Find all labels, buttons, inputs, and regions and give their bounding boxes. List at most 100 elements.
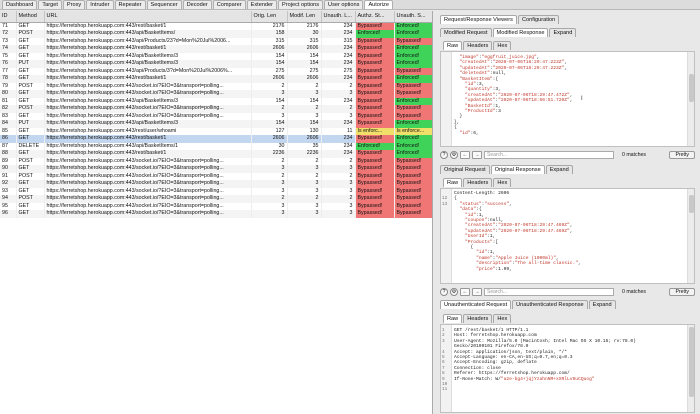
table-row[interactable]: 91 POST https://ferretshop.herokuapp.com:4… [0,172,432,180]
scroll-thumb[interactable] [689,327,694,397]
table-row[interactable]: 94 POST https://ferretshop.herokuapp.com:4… [0,195,432,203]
top-tab-comparer[interactable]: Comparer [212,0,246,9]
modified-response-editor[interactable]: "image":"eggfruit_juice.jpg", "createdAt… [440,51,695,147]
cell-id: 79 [0,82,17,90]
table-row[interactable]: 88 GET https://ferretshop.herokuapp.com:44… [0,150,432,158]
table-row[interactable]: 74 GET https://ferretshop.herokuapp.com:44… [0,45,432,53]
column-header-unauth-s[interactable]: Unauth. S... [394,11,432,23]
tab-original-request[interactable]: Original Request [440,165,490,174]
next-match-button[interactable]: → [472,151,482,159]
table-row[interactable]: 75 GET https://ferretshop.herokuapp.com:44… [0,52,432,60]
subtab-hex[interactable]: Hex [493,314,512,323]
vertical-scrollbar[interactable] [687,52,694,146]
match-count: 0 matches [622,289,646,295]
table-row[interactable]: 82 POST https://ferretshop.herokuapp.com:4… [0,105,432,113]
table-row[interactable]: 79 POST https://ferretshop.herokuapp.com:4… [0,82,432,90]
search-input[interactable]: Search... [484,151,614,159]
table-row[interactable]: 72 POST https://ferretshop.herokuapp.com:4… [0,30,432,38]
top-tab-intruder[interactable]: Intruder [86,0,114,9]
table-row[interactable]: 73 GET https://ferretshop.herokuapp.com:44… [0,37,432,45]
column-header-method[interactable]: Method [16,11,45,23]
tab-expand[interactable]: Expand [549,28,577,37]
table-row[interactable]: 84 PUT https://ferretshop.herokuapp.com:44… [0,120,432,128]
tab-expand[interactable]: Expand [545,165,573,174]
tab-configuration[interactable]: Configuration [517,15,560,24]
table-row[interactable]: 78 GET https://ferretshop.herokuapp.com:44… [0,75,432,83]
table-row[interactable]: 71 GET https://ferretshop.herokuapp.com:44… [0,22,432,30]
table-row[interactable]: 93 GET https://ferretshop.herokuapp.com:44… [0,187,432,195]
cell-modif-len: 130 [287,127,322,135]
help-icon[interactable]: ? [440,288,448,296]
top-tab-extender[interactable]: Extender [246,0,278,9]
next-match-button[interactable]: → [472,288,482,296]
settings-icon[interactable]: ⚙ [450,151,458,159]
column-header-unauth-l[interactable]: Unauth. L... [321,11,356,23]
table-row[interactable]: 80 GET https://ferretshop.herokuapp.com:44… [0,90,432,98]
subtab-hex[interactable]: Hex [493,178,512,187]
subtab-raw[interactable]: Raw [443,178,463,187]
table-row[interactable]: 83 GET https://ferretshop.herokuapp.com:44… [0,112,432,120]
table-row[interactable]: 92 GET https://ferretshop.herokuapp.com:44… [0,180,432,188]
table-row[interactable]: 76 PUT https://ferretshop.herokuapp.com:44… [0,60,432,68]
top-tab-decoder[interactable]: Decoder [182,0,212,9]
top-tab-user-options[interactable]: User options [324,0,364,9]
subtab-hex[interactable]: Hex [493,41,512,50]
scroll-thumb[interactable] [689,195,694,213]
table-row[interactable]: 90 GET https://ferretshop.herokuapp.com:44… [0,165,432,173]
column-header-authz-st[interactable]: Authz. St... [355,11,395,23]
top-tab-project-options[interactable]: Project options [278,0,324,9]
column-header-id[interactable]: ID [0,11,17,23]
subtab-headers[interactable]: Headers [463,314,493,323]
original-response-editor[interactable]: 12 13 Content-Length: 2606{ "status":"succ… [440,188,695,284]
help-icon[interactable]: ? [440,151,448,159]
cell-unauth-status: Bypassed! [394,67,432,75]
tab-expand[interactable]: Expand [588,300,616,309]
unauth-request-editor[interactable]: 1 2 3 4 5 6 7 8 9 10 11 GET /rest/basket/1 HTTP/1.1… [440,324,695,413]
cell-unauth-status: Bypassed! [394,37,432,45]
main-tab-bar: Dashboard Target Proxy Intruder Repeater Sequ… [0,0,700,10]
search-input[interactable]: Search... [484,288,614,296]
table-row[interactable]: 87 DELETE https://ferretshop.herokuapp.com… [0,142,432,150]
top-tab-dashboard[interactable]: Dashboard [2,0,38,9]
cell-id: 95 [0,202,17,210]
table-row[interactable]: 77 GET https://ferretshop.herokuapp.com:44… [0,67,432,75]
cell-unauth-status: Bypassed! [394,195,432,203]
tab-unauthenticated-request[interactable]: Unauthenticated Request [440,300,512,309]
tab-modified-request[interactable]: Modified Request [440,28,492,37]
tab-unauthenticated-response[interactable]: Unauthenticated Response [512,300,588,309]
top-tab-repeater[interactable]: Repeater [114,0,146,9]
subtab-headers[interactable]: Headers [463,41,493,50]
prev-match-button[interactable]: ← [460,288,470,296]
column-header-url[interactable]: URL [44,11,252,23]
table-row[interactable]: 95 GET https://ferretshop.herokuapp.com:44… [0,202,432,210]
cell-url: https://ferretshop.herokuapp.com:443/soc… [44,105,252,113]
cell-id: 89 [0,157,17,165]
top-tab-autorize[interactable]: Autorize [364,0,393,9]
subtab-raw[interactable]: Raw [443,41,463,50]
pretty-button[interactable]: Pretty [669,151,695,159]
subtab-raw[interactable]: Raw [443,314,463,323]
scroll-thumb[interactable] [689,74,694,102]
prev-match-button[interactable]: ← [460,151,470,159]
subtab-headers[interactable]: Headers [463,178,493,187]
pretty-button[interactable]: Pretty [669,288,695,296]
column-header-orig-len[interactable]: Orig. Len [251,11,288,23]
tab-original-response[interactable]: Original Response [490,165,545,174]
cell-authz-status: Bypassed! [355,150,395,158]
top-tab-sequencer[interactable]: Sequencer [146,0,182,9]
settings-icon[interactable]: ⚙ [450,288,458,296]
vertical-scrollbar[interactable] [687,325,694,412]
top-tab-proxy[interactable]: Proxy [62,0,86,9]
table-row[interactable]: 86 GET https://ferretshop.herokuapp.com:44… [0,135,432,143]
table-row[interactable]: 96 GET https://ferretshop.herokuapp.com:44… [0,210,432,218]
table-row[interactable]: 89 POST https://ferretshop.herokuapp.com:4… [0,157,432,165]
top-tab-target[interactable]: Target [38,0,62,9]
vertical-scrollbar[interactable] [687,189,694,283]
table-row[interactable]: 85 GET https://ferretshop.herokuapp.com:44… [0,127,432,135]
modified-response-body[interactable]: "image":"eggfruit_juice.jpg", "createdAt… [454,55,686,136]
tab-modified-response[interactable]: Modified Response [492,28,549,37]
column-header-modif-len[interactable]: Modif. Len [287,11,322,23]
cell-unauth-len: 3 [321,165,356,173]
table-row[interactable]: 81 GET https://ferretshop.herokuapp.com:44… [0,97,432,105]
tab-request-response-viewers[interactable]: Request/Response Viewers [440,15,517,24]
